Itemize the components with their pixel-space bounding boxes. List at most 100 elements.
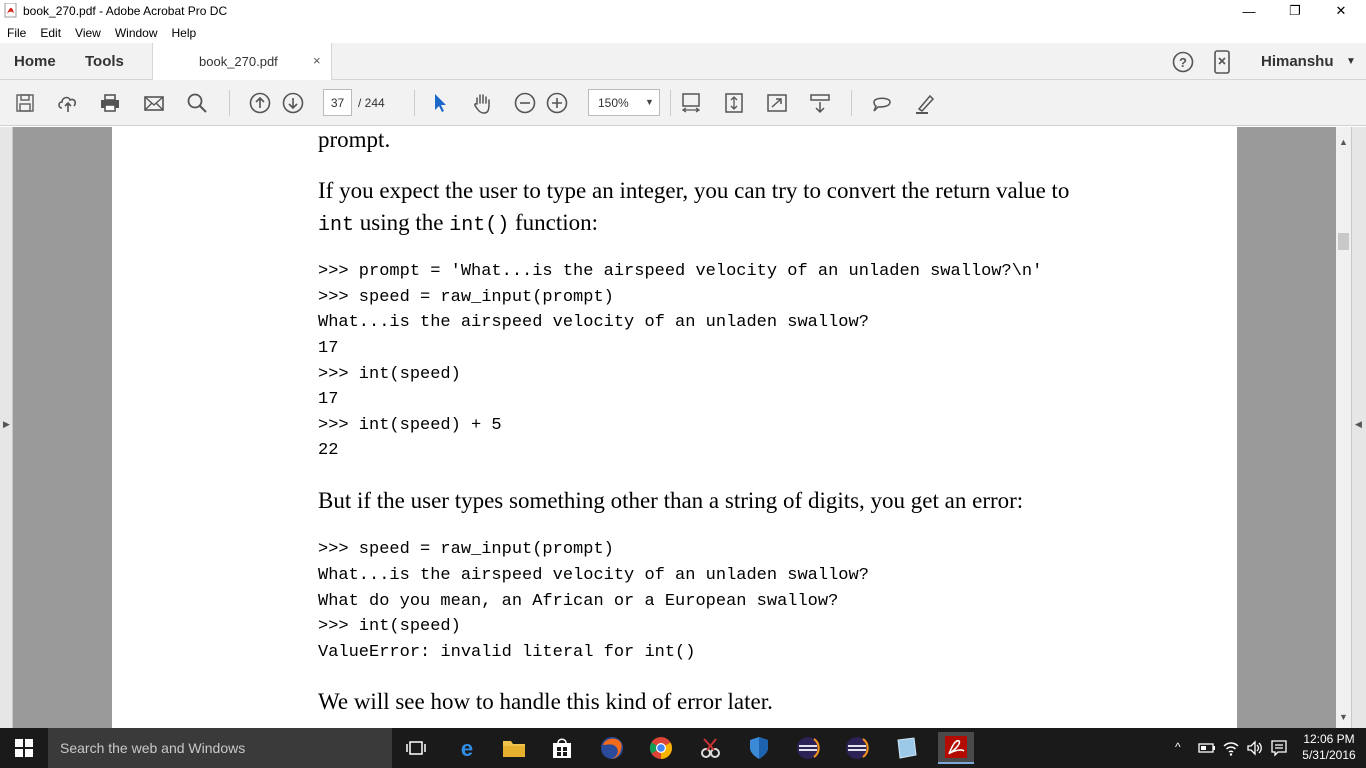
user-name[interactable]: Himanshu bbox=[1261, 53, 1334, 70]
user-menu-chevron-icon[interactable]: ▼ bbox=[1346, 56, 1356, 67]
highlight-pen-icon[interactable] bbox=[913, 91, 937, 115]
mobile-link-icon[interactable] bbox=[1212, 50, 1232, 74]
search-icon[interactable] bbox=[185, 91, 209, 115]
minimize-button[interactable]: — bbox=[1226, 0, 1272, 22]
notebook-app-icon[interactable] bbox=[890, 732, 922, 764]
previous-page-icon[interactable] bbox=[248, 91, 272, 115]
code-line: 17 bbox=[318, 339, 339, 358]
next-page-icon[interactable] bbox=[281, 91, 305, 115]
security-shield-icon[interactable] bbox=[743, 732, 775, 764]
action-center-icon[interactable] bbox=[1270, 739, 1288, 757]
menu-edit[interactable]: Edit bbox=[40, 26, 61, 40]
print-icon[interactable] bbox=[98, 91, 122, 115]
paragraph-line: But if the user types something other th… bbox=[318, 488, 1024, 513]
start-button[interactable] bbox=[0, 728, 48, 768]
hand-tool-icon[interactable] bbox=[470, 91, 494, 115]
toolbar-separator bbox=[670, 90, 671, 116]
expand-left-panel-icon[interactable]: ▶ bbox=[3, 419, 10, 430]
tab-bar: Home Tools book_270.pdf × ? Himanshu ▼ bbox=[0, 43, 1366, 80]
edge-browser-icon[interactable]: e bbox=[451, 732, 483, 764]
text-span: using the bbox=[354, 210, 450, 235]
code-line: >>> int(speed) + 5 bbox=[318, 416, 502, 435]
snipping-tool-icon[interactable] bbox=[694, 732, 726, 764]
tab-home[interactable]: Home bbox=[14, 53, 56, 70]
show-hidden-icons-icon[interactable]: ^ bbox=[1175, 740, 1181, 754]
full-screen-icon[interactable] bbox=[765, 91, 789, 115]
zoom-in-icon[interactable] bbox=[545, 91, 569, 115]
text-line: prompt. bbox=[318, 127, 391, 152]
fit-page-icon[interactable] bbox=[722, 91, 746, 115]
eclipse-ide-icon[interactable] bbox=[841, 732, 873, 764]
taskbar-clock[interactable]: 12:06 PM 5/31/2016 bbox=[1298, 731, 1360, 763]
zoom-select[interactable]: 150% ▼ bbox=[588, 89, 660, 116]
tab-document[interactable]: book_270.pdf × bbox=[152, 43, 332, 80]
code-line: ValueError: invalid literal for int() bbox=[318, 643, 696, 662]
code-line: 17 bbox=[318, 390, 339, 409]
comment-icon[interactable] bbox=[870, 91, 894, 115]
windows-logo-icon bbox=[15, 739, 33, 757]
clock-date: 5/31/2016 bbox=[1302, 748, 1356, 762]
acrobat-taskbar-icon[interactable] bbox=[938, 732, 974, 764]
zoom-out-icon[interactable] bbox=[513, 91, 537, 115]
toolbar-separator bbox=[414, 90, 415, 116]
volume-icon[interactable] bbox=[1246, 739, 1264, 757]
menu-file[interactable]: File bbox=[7, 26, 26, 40]
scroll-up-icon[interactable]: ▲ bbox=[1339, 137, 1348, 147]
tab-document-label: book_270.pdf bbox=[199, 54, 278, 69]
window-title: book_270.pdf - Adobe Acrobat Pro DC bbox=[23, 4, 228, 18]
code-line: >>> int(speed) bbox=[318, 365, 461, 384]
scroll-down-icon[interactable]: ▼ bbox=[1339, 712, 1348, 722]
windows-taskbar: Search the web and Windows e ^ 12:06 PM … bbox=[0, 728, 1366, 768]
save-icon[interactable] bbox=[13, 91, 37, 115]
code-line: What do you mean, an African or a Europe… bbox=[318, 592, 839, 611]
inline-code: int bbox=[318, 214, 355, 237]
code-line: >>> speed = raw_input(prompt) bbox=[318, 540, 614, 559]
tab-tools[interactable]: Tools bbox=[85, 53, 124, 70]
chrome-icon[interactable] bbox=[645, 732, 677, 764]
paragraph-line: We will see how to handle this kind of e… bbox=[318, 689, 773, 714]
battery-icon[interactable] bbox=[1198, 741, 1216, 755]
right-panel-toggle[interactable]: ◀ bbox=[1351, 127, 1366, 728]
email-icon[interactable] bbox=[142, 91, 166, 115]
wifi-icon[interactable] bbox=[1222, 739, 1240, 757]
scrollbar-thumb[interactable] bbox=[1338, 233, 1349, 250]
code-line: >>> int(speed) bbox=[318, 617, 461, 636]
menu-view[interactable]: View bbox=[75, 26, 101, 40]
menu-help[interactable]: Help bbox=[172, 26, 197, 40]
file-explorer-icon[interactable] bbox=[498, 732, 530, 764]
toolbar bbox=[0, 80, 1366, 126]
help-icon[interactable]: ? bbox=[1172, 51, 1194, 73]
vertical-scrollbar[interactable]: ▲ ▼ bbox=[1336, 127, 1351, 728]
clock-time: 12:06 PM bbox=[1303, 732, 1355, 746]
close-button[interactable]: ✕ bbox=[1318, 0, 1364, 22]
menu-window[interactable]: Window bbox=[115, 26, 158, 40]
tab-close-icon[interactable]: × bbox=[313, 53, 321, 68]
svg-text:e: e bbox=[461, 736, 473, 760]
store-icon[interactable] bbox=[546, 732, 578, 764]
menu-bar: File Edit View Window Help bbox=[0, 22, 1366, 43]
taskbar-search-box[interactable]: Search the web and Windows bbox=[48, 728, 392, 768]
code-line: >>> speed = raw_input(prompt) bbox=[318, 288, 614, 307]
expand-right-panel-icon[interactable]: ◀ bbox=[1355, 419, 1362, 430]
upload-cloud-icon[interactable] bbox=[56, 91, 80, 115]
read-mode-icon[interactable] bbox=[808, 91, 832, 115]
code-line: >>> prompt = 'What...is the airspeed vel… bbox=[318, 262, 1043, 281]
chevron-down-icon: ▼ bbox=[645, 97, 654, 107]
restore-button[interactable]: ❐ bbox=[1272, 0, 1318, 22]
fit-width-icon[interactable] bbox=[679, 91, 703, 115]
select-cursor-icon[interactable] bbox=[428, 91, 452, 115]
paragraph-line: int using the int() function: bbox=[318, 210, 598, 237]
code-line: 22 bbox=[318, 441, 339, 460]
pdf-page: prompt. If you expect the user to type a… bbox=[112, 127, 1237, 728]
firefox-icon[interactable] bbox=[596, 732, 628, 764]
task-view-icon[interactable] bbox=[400, 732, 432, 764]
inline-code: int() bbox=[449, 214, 510, 237]
search-placeholder: Search the web and Windows bbox=[60, 740, 246, 756]
page-number-input[interactable]: 37 bbox=[323, 89, 352, 116]
title-bar: book_270.pdf - Adobe Acrobat Pro DC — ❐ … bbox=[0, 0, 1366, 22]
left-panel-toggle[interactable]: ▶ bbox=[0, 127, 13, 728]
toolbar-separator bbox=[851, 90, 852, 116]
eclipse-icon[interactable] bbox=[792, 732, 824, 764]
text-span: function: bbox=[509, 210, 599, 235]
svg-text:?: ? bbox=[1179, 55, 1187, 70]
